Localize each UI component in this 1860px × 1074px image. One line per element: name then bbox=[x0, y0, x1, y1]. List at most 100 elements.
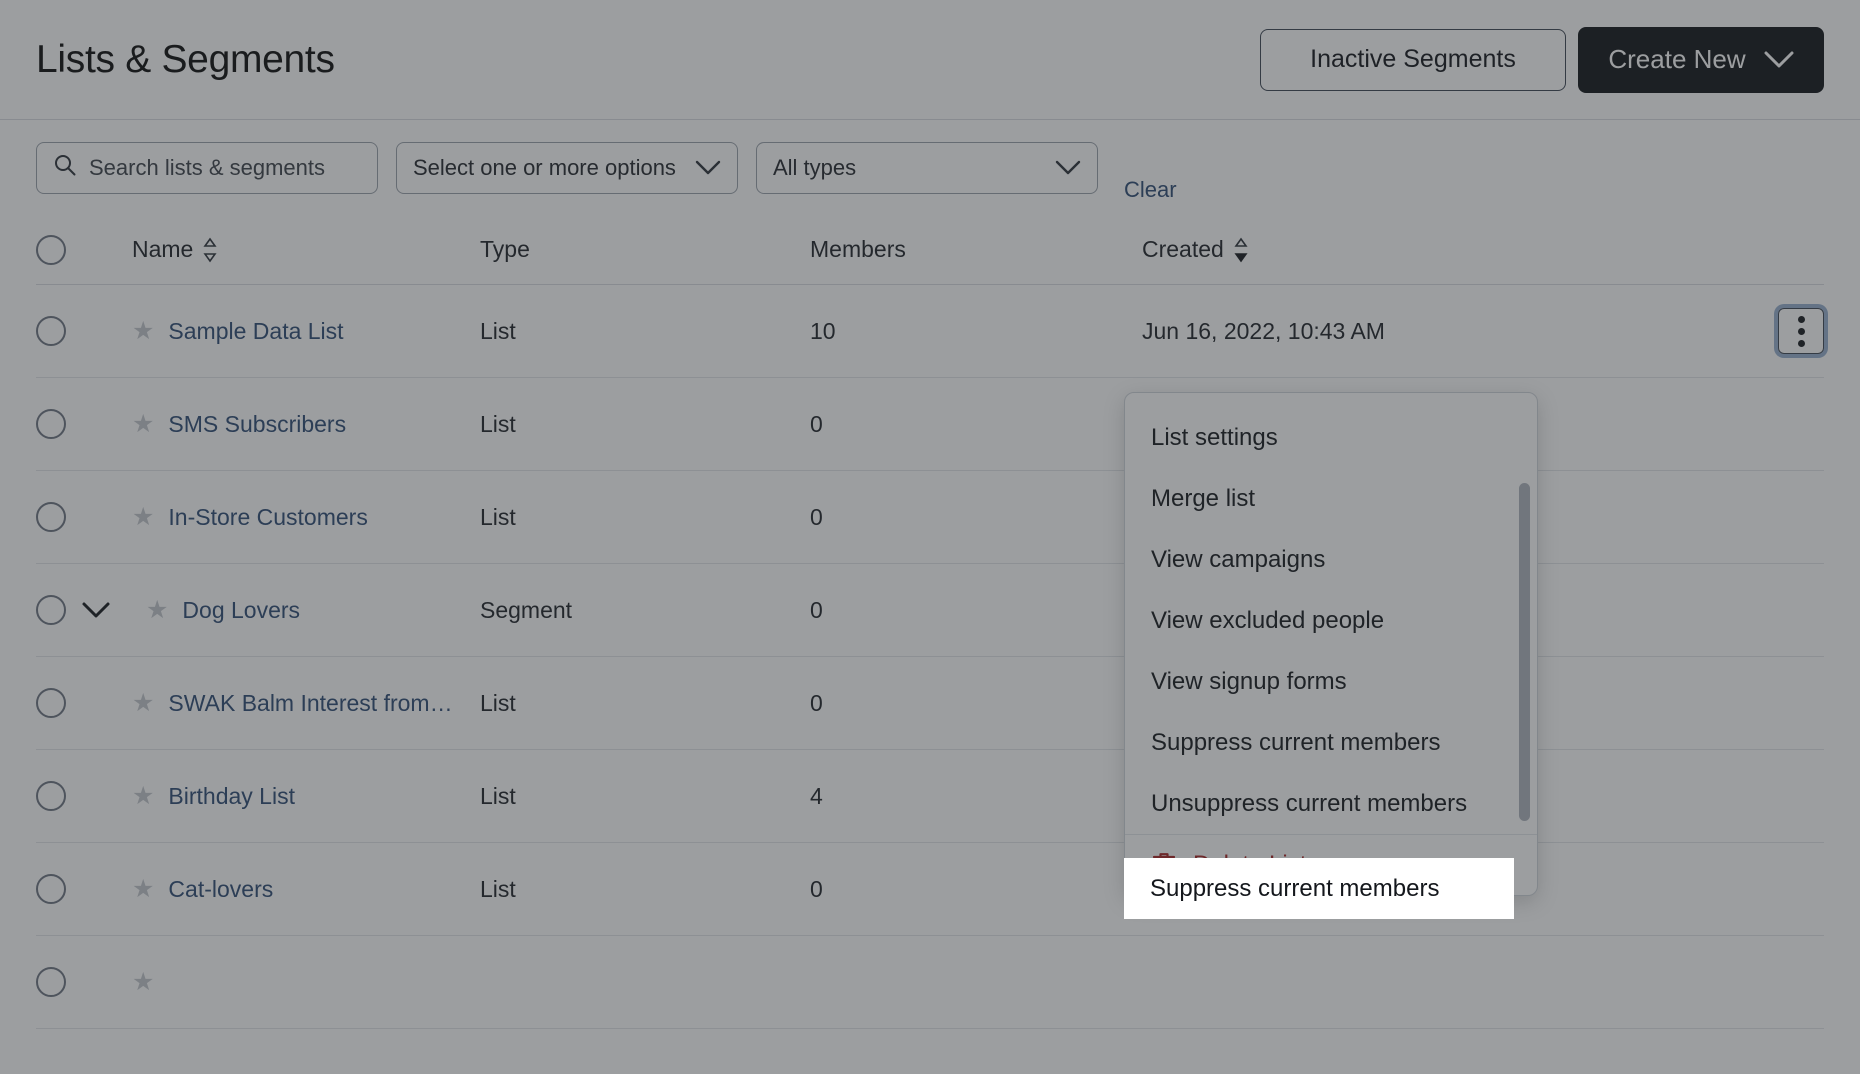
table-row[interactable]: ★ Dog Lovers Segment 0 bbox=[36, 564, 1824, 657]
star-icon[interactable]: ★ bbox=[132, 970, 154, 995]
row-type-cell: List bbox=[480, 318, 810, 345]
row-name-cell: ★ Dog Lovers bbox=[132, 590, 480, 630]
menu-item-suppress-current-members-highlighted[interactable]: Suppress current members bbox=[1124, 858, 1514, 919]
table-row[interactable]: ★ Birthday List List 4 bbox=[36, 750, 1824, 843]
row-checkbox[interactable] bbox=[36, 409, 66, 439]
inactive-segments-label: Inactive Segments bbox=[1310, 45, 1516, 74]
list-name-link[interactable]: SMS Subscribers bbox=[168, 411, 346, 438]
list-name-link[interactable]: Sample Data List bbox=[168, 318, 343, 345]
list-name-link[interactable]: SWAK Balm Interest from… bbox=[168, 690, 452, 717]
clear-filters-link[interactable]: Clear bbox=[1124, 177, 1177, 203]
star-icon[interactable]: ★ bbox=[132, 505, 154, 530]
dot-icon bbox=[1798, 316, 1805, 323]
list-name-link[interactable]: Dog Lovers bbox=[182, 597, 300, 624]
row-checkbox[interactable] bbox=[36, 316, 66, 346]
row-name-cell: ★ SWAK Balm Interest from… bbox=[132, 690, 480, 717]
menu-item-view-excluded-people[interactable]: View excluded people bbox=[1125, 590, 1537, 651]
star-icon[interactable]: ★ bbox=[132, 691, 154, 716]
table-row[interactable]: ★ Cat-lovers List 0 bbox=[36, 843, 1824, 936]
row-checkbox[interactable] bbox=[36, 874, 66, 904]
row-members-cell: 0 bbox=[810, 690, 1142, 717]
row-checkbox[interactable] bbox=[36, 781, 66, 811]
column-header-created[interactable]: Created bbox=[1142, 236, 1728, 263]
row-created-value: Jun 16, 2022, 10:43 AM bbox=[1142, 318, 1385, 345]
row-members-value: 0 bbox=[810, 411, 823, 437]
table-header-row: Name Type Members Created bbox=[36, 215, 1824, 285]
row-name-cell: ★ bbox=[132, 970, 480, 995]
row-type-value: List bbox=[480, 783, 516, 809]
star-icon[interactable]: ★ bbox=[132, 784, 154, 809]
table-row[interactable]: ★ SWAK Balm Interest from… List 0 bbox=[36, 657, 1824, 750]
row-context-menu[interactable]: List settings Merge list View campaigns … bbox=[1124, 392, 1538, 896]
row-type-cell: List bbox=[480, 690, 810, 717]
page-header: Lists & Segments Inactive Segments Creat… bbox=[0, 0, 1860, 120]
row-name-cell: ★ SMS Subscribers bbox=[132, 411, 480, 438]
row-actions-menu-button[interactable] bbox=[1778, 308, 1824, 354]
star-icon[interactable]: ★ bbox=[132, 412, 154, 437]
row-members-cell: 10 bbox=[810, 318, 1142, 345]
row-checkbox[interactable] bbox=[36, 967, 66, 997]
chevron-down-icon bbox=[1055, 160, 1081, 176]
context-menu-items: List settings Merge list View campaigns … bbox=[1125, 393, 1537, 895]
list-name-link[interactable]: In-Store Customers bbox=[168, 504, 367, 531]
create-new-button[interactable]: Create New bbox=[1578, 27, 1824, 93]
row-select-cell bbox=[36, 874, 132, 904]
row-checkbox[interactable] bbox=[36, 502, 66, 532]
row-members-value: 0 bbox=[810, 690, 823, 716]
dot-icon bbox=[1798, 340, 1805, 347]
row-type-value: List bbox=[480, 504, 516, 530]
sort-icon bbox=[203, 237, 217, 263]
inactive-segments-button[interactable]: Inactive Segments bbox=[1260, 29, 1566, 91]
star-icon[interactable]: ★ bbox=[132, 319, 154, 344]
type-select[interactable]: All types bbox=[756, 142, 1098, 194]
row-type-value: List bbox=[480, 318, 516, 344]
row-checkbox[interactable] bbox=[36, 688, 66, 718]
menu-item-unsuppress-current-members[interactable]: Unsuppress current members bbox=[1125, 773, 1537, 834]
search-input[interactable]: Search lists & segments bbox=[36, 142, 378, 194]
row-type-cell: List bbox=[480, 504, 810, 531]
row-members-cell: 0 bbox=[810, 597, 1142, 624]
column-header-name[interactable]: Name bbox=[132, 236, 480, 263]
row-type-cell: List bbox=[480, 876, 810, 903]
list-name-link[interactable]: Birthday List bbox=[168, 783, 295, 810]
chevron-down-icon bbox=[695, 160, 721, 176]
row-name-cell: ★ Cat-lovers bbox=[132, 876, 480, 903]
table-row[interactable]: ★ bbox=[36, 936, 1824, 1029]
row-select-cell bbox=[36, 967, 132, 997]
column-header-members-label: Members bbox=[810, 236, 906, 263]
row-members-cell: 0 bbox=[810, 504, 1142, 531]
sort-icon-active-desc bbox=[1234, 237, 1248, 263]
row-members-cell: 0 bbox=[810, 876, 1142, 903]
row-members-value: 10 bbox=[810, 318, 836, 344]
chevron-down-icon bbox=[1764, 51, 1794, 69]
row-type-cell: List bbox=[480, 411, 810, 438]
select-all-cell bbox=[36, 235, 132, 265]
table-row[interactable]: ★ In-Store Customers List 0 bbox=[36, 471, 1824, 564]
context-menu-scrollbar[interactable] bbox=[1519, 483, 1530, 821]
menu-item-merge-list[interactable]: Merge list bbox=[1125, 468, 1537, 529]
header-actions: Inactive Segments Create New bbox=[1260, 27, 1824, 93]
expand-row-toggle[interactable] bbox=[76, 590, 116, 630]
menu-item-view-signup-forms[interactable]: View signup forms bbox=[1125, 651, 1537, 712]
row-checkbox[interactable] bbox=[36, 595, 66, 625]
row-actions-cell bbox=[1728, 308, 1824, 354]
star-icon[interactable]: ★ bbox=[132, 877, 154, 902]
select-all-checkbox[interactable] bbox=[36, 235, 66, 265]
list-name-link[interactable]: Cat-lovers bbox=[168, 876, 273, 903]
star-icon[interactable]: ★ bbox=[146, 598, 168, 623]
menu-item-list-settings[interactable]: List settings bbox=[1125, 407, 1537, 468]
row-members-value: 0 bbox=[810, 597, 823, 623]
menu-item-view-campaigns[interactable]: View campaigns bbox=[1125, 529, 1537, 590]
row-members-cell: 4 bbox=[810, 783, 1142, 810]
table-row[interactable]: ★ Sample Data List List 10 Jun 16, 2022,… bbox=[36, 285, 1824, 378]
create-new-label: Create New bbox=[1608, 44, 1745, 75]
row-select-cell bbox=[36, 316, 132, 346]
row-type-value: List bbox=[480, 876, 516, 902]
row-select-cell bbox=[36, 688, 132, 718]
row-members-cell: 0 bbox=[810, 411, 1142, 438]
column-header-type: Type bbox=[480, 236, 810, 263]
row-select-cell bbox=[36, 781, 132, 811]
table-row[interactable]: ★ SMS Subscribers List 0 bbox=[36, 378, 1824, 471]
options-select[interactable]: Select one or more options bbox=[396, 142, 738, 194]
menu-item-suppress-current-members[interactable]: Suppress current members bbox=[1125, 712, 1537, 773]
